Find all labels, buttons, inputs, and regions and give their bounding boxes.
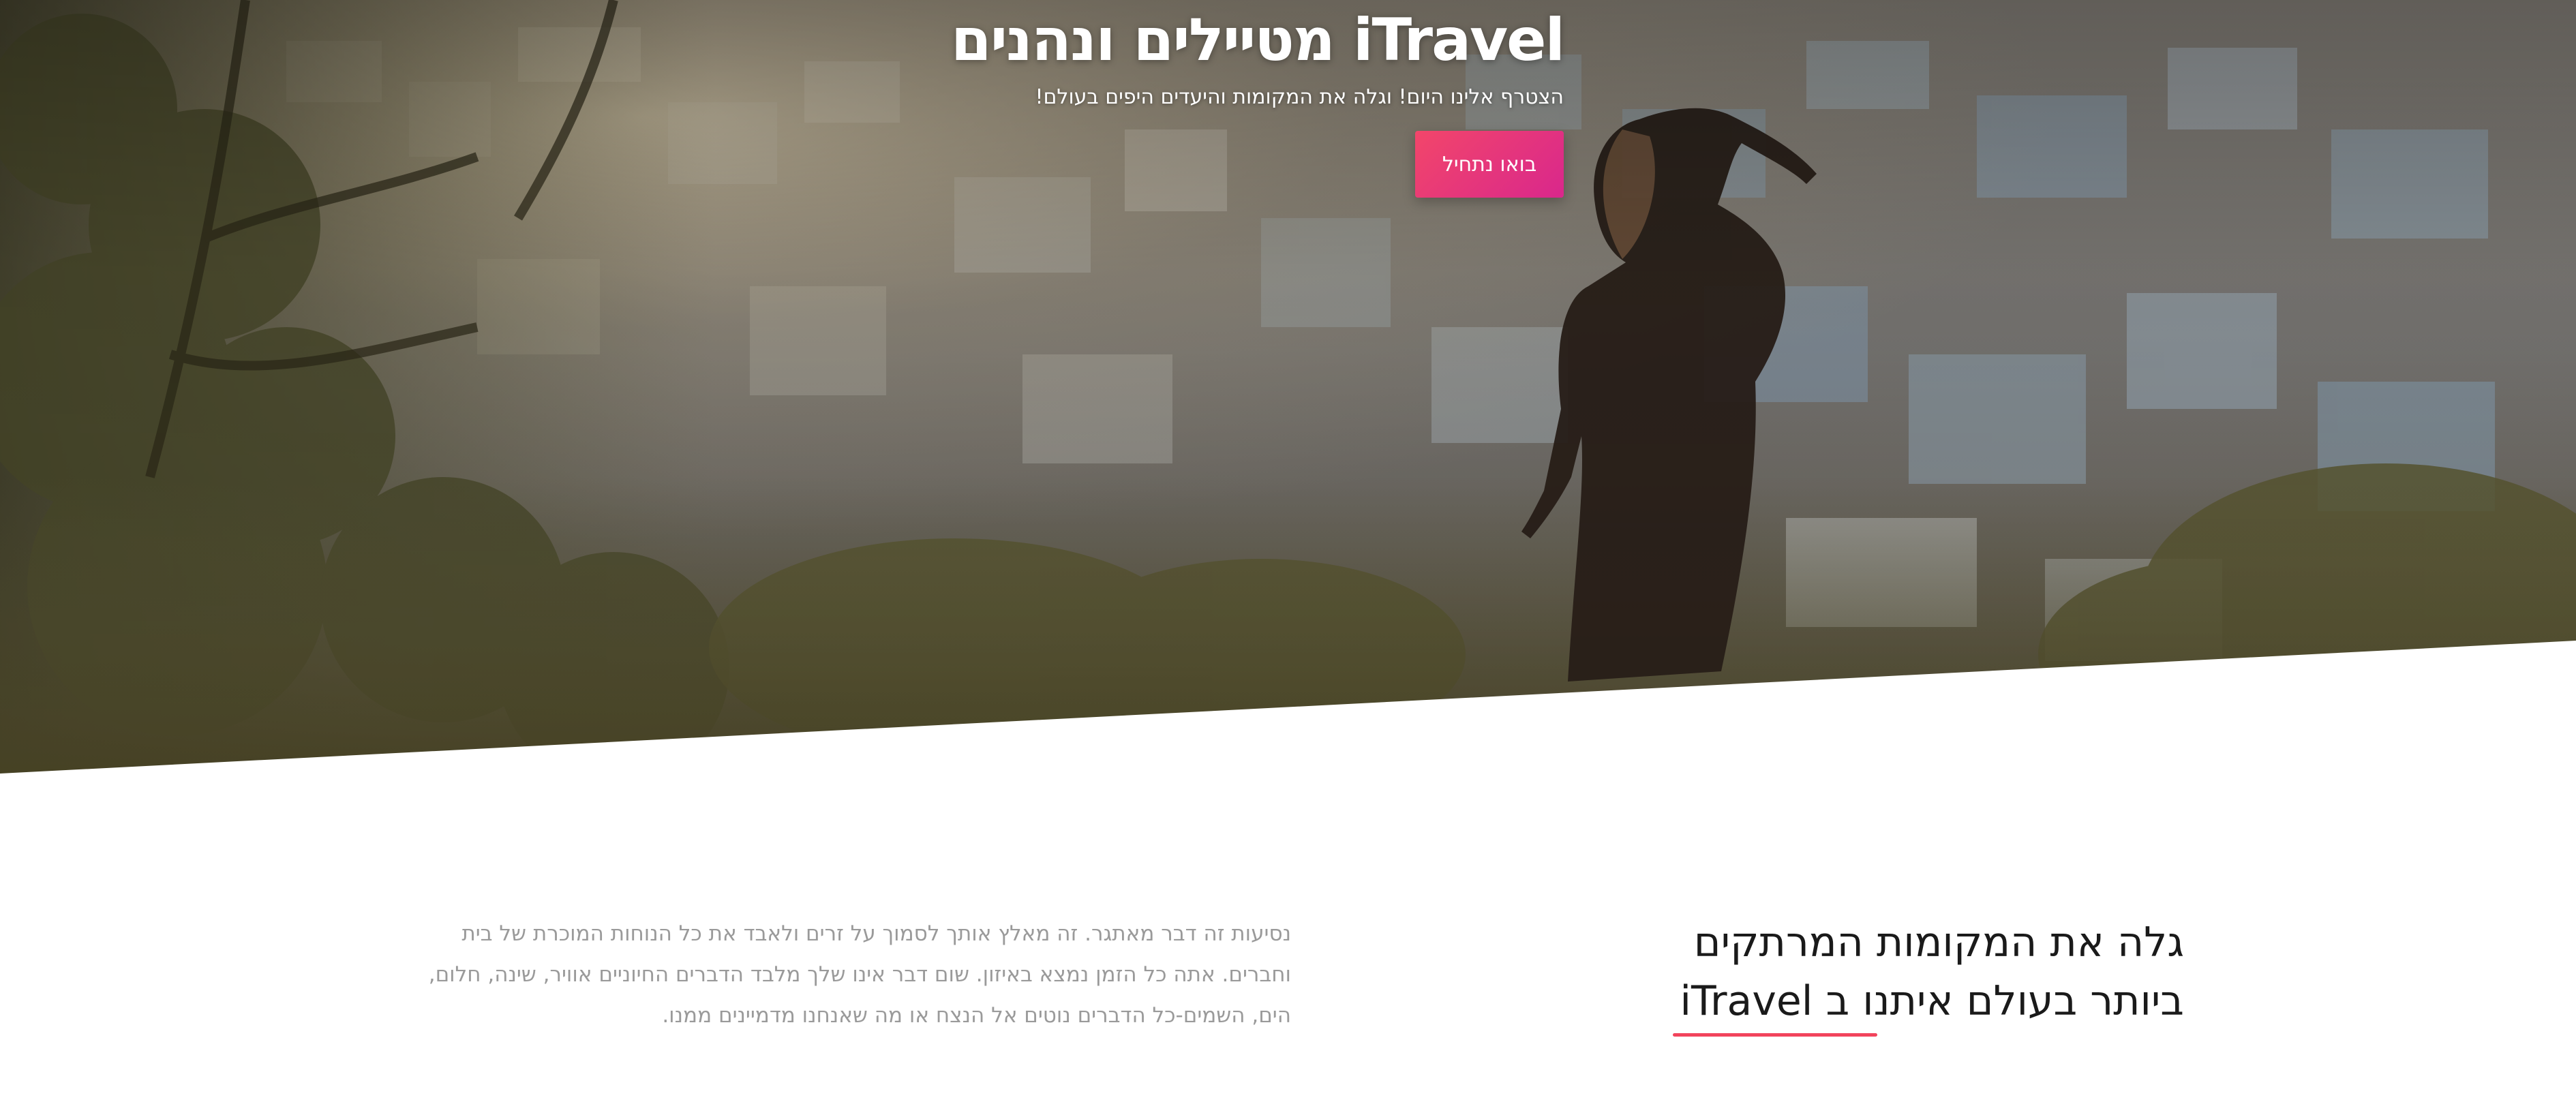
intro-heading-block: גלה את המקומות המרתקים ביותר בעולם איתנו… [1571, 913, 2184, 1037]
get-started-button[interactable]: בואו נתחיל [1415, 131, 1564, 198]
intro-heading: גלה את המקומות המרתקים ביותר בעולם איתנו… [1571, 913, 2184, 1030]
hero-title: iTravel מטיילים ונהנים [950, 6, 1565, 74]
intro-heading-line-1: גלה את המקומות המרתקים [1693, 919, 2184, 966]
hero-content: iTravel מטיילים ונהנים הצטרף אלינו היום!… [950, 0, 1565, 198]
heading-accent-underline [1673, 1033, 1877, 1037]
hero-subtitle: הצטרף אלינו היום! וגלה את המקומות והיעדי… [1035, 85, 1564, 109]
intro-paragraph: נסיעות זה דבר מאתגר. זה מאלץ אותך לסמוך … [428, 921, 1291, 1028]
hero-section: iTravel מטיילים ונהנים הצטרף אלינו היום!… [0, 0, 2576, 774]
landing-page: iTravel מטיילים ונהנים הצטרף אלינו היום!… [0, 0, 2576, 1117]
intro-heading-line-2: ביותר בעולם איתנו ב iTravel [1680, 977, 2184, 1025]
